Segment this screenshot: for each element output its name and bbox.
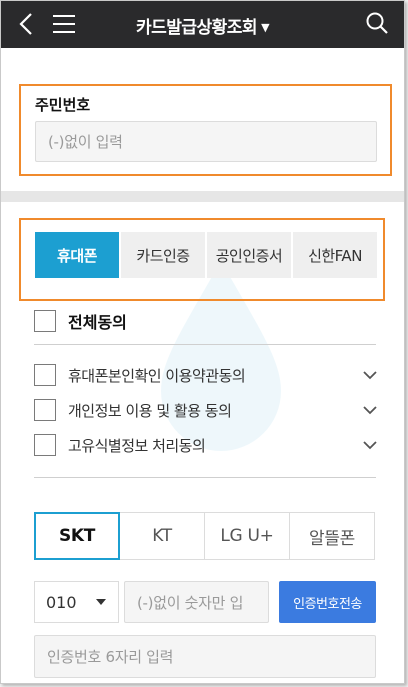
term-label: 고유식별정보 처리동의 [68, 436, 206, 455]
phone-prefix-value: 010 [46, 592, 77, 612]
resident-number-input[interactable]: (-)없이 입력 [35, 121, 377, 162]
verification-code-input[interactable]: 인증번호 6자리 입력 [34, 635, 376, 678]
app-header: 카드발급상황조회 ▼ [1, 1, 404, 48]
chevron-down-icon[interactable] [363, 370, 377, 380]
carrier-mvno[interactable]: 알뜰폰 [289, 512, 375, 560]
term-item-unique-id[interactable]: 고유식별정보 처리동의 [34, 429, 379, 461]
send-code-button[interactable]: 인증번호전송 [279, 581, 376, 623]
phone-prefix-select[interactable]: 010 [34, 581, 119, 623]
phone-number-placeholder: (-)없이 숫자만 입 [137, 593, 244, 612]
app-frame: 카드발급상황조회 ▼ 주민번호 (-)없이 입력 휴대폰 카드인증 공인인증서 신… [0, 0, 405, 684]
divider-line [34, 477, 376, 478]
carrier-kt[interactable]: KT [119, 512, 205, 560]
dropdown-triangle-icon [96, 599, 106, 605]
terms-list: 휴대폰본인확인 이용약관동의 개인정보 이용 및 활용 동의 고유식별정보 처리… [34, 359, 379, 464]
agree-all-checkbox[interactable]: 전체동의 [34, 309, 127, 333]
caret-down-icon: ▼ [261, 21, 270, 34]
resident-number-placeholder: (-)없이 입력 [48, 133, 123, 151]
chevron-down-icon[interactable] [363, 440, 377, 450]
page-title: 카드발급상황조회 [135, 18, 258, 38]
checkbox-box[interactable] [34, 434, 56, 456]
auth-method-tabs: 휴대폰 카드인증 공인인증서 신한FAN [35, 232, 377, 278]
checkbox-box[interactable] [34, 399, 56, 421]
resident-number-label: 주민번호 [35, 96, 91, 114]
term-item-phone-verification[interactable]: 휴대폰본인확인 이용약관동의 [34, 359, 379, 391]
tab-certificate[interactable]: 공인인증서 [207, 232, 291, 278]
carrier-lgu[interactable]: LG U+ [204, 512, 290, 560]
agree-all-label: 전체동의 [68, 313, 127, 332]
tab-shinhan-fan[interactable]: 신한FAN [293, 232, 377, 278]
search-icon[interactable] [364, 10, 390, 36]
phone-number-input[interactable]: (-)없이 숫자만 입 [124, 581, 269, 623]
tab-card-auth[interactable]: 카드인증 [121, 232, 205, 278]
term-label: 휴대폰본인확인 이용약관동의 [68, 366, 246, 385]
checkbox-box[interactable] [34, 310, 56, 332]
carrier-skt[interactable]: SKT [34, 512, 120, 560]
term-item-privacy[interactable]: 개인정보 이용 및 활용 동의 [34, 394, 379, 426]
auth-method-section: 휴대폰 카드인증 공인인증서 신한FAN [19, 218, 385, 301]
verification-code-placeholder: 인증번호 6자리 입력 [47, 648, 174, 666]
chevron-down-icon[interactable] [363, 405, 377, 415]
divider-line [34, 344, 376, 345]
resident-number-section: 주민번호 (-)없이 입력 [19, 84, 392, 176]
section-divider [1, 191, 404, 202]
tab-mobile-phone[interactable]: 휴대폰 [35, 232, 119, 278]
carrier-selector: SKT KT LG U+ 알뜰폰 [34, 512, 375, 560]
page-title-dropdown[interactable]: 카드발급상황조회 ▼ [1, 13, 404, 38]
checkbox-box[interactable] [34, 364, 56, 386]
term-label: 개인정보 이용 및 활용 동의 [68, 401, 232, 420]
